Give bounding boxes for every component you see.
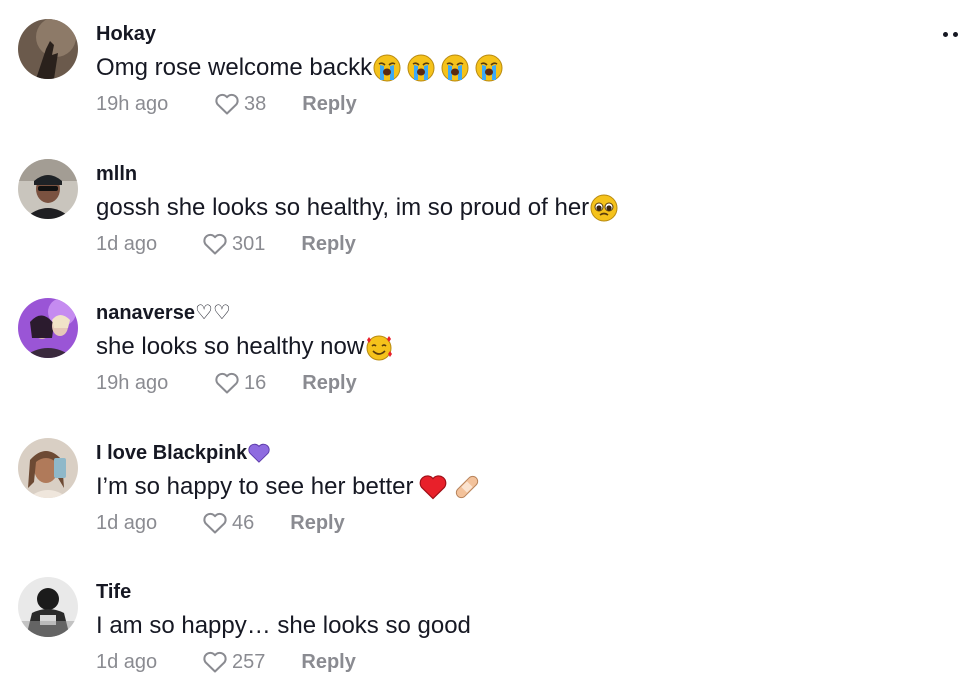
comment-time: 1d ago [96, 233, 158, 255]
like-count: 38 [244, 93, 267, 115]
comment-meta: 1d ago 257 Reply [96, 649, 471, 675]
like-count: 301 [232, 233, 266, 255]
like-button[interactable]: 38 [214, 91, 266, 117]
loudly-crying-face-icon [475, 54, 503, 82]
comment-time: 1d ago [96, 512, 158, 534]
comment-item: Hokay Omg rose welcome backk 19h ago 38 … [18, 19, 918, 139]
like-count: 257 [232, 651, 266, 673]
comment-username-text[interactable]: I love Blackpink [96, 440, 247, 466]
avatar[interactable] [18, 159, 78, 219]
reply-button[interactable]: Reply [290, 510, 344, 536]
avatar[interactable] [18, 19, 78, 79]
comment-username[interactable]: Tife [96, 579, 471, 605]
comment-text: I’m so happy to see her better [96, 472, 482, 502]
loudly-crying-face-icon [441, 54, 469, 82]
comment-meta: 1d ago 301 Reply [96, 231, 619, 257]
avatar[interactable] [18, 577, 78, 637]
like-button[interactable]: 257 [202, 649, 265, 675]
comment-text-content: she looks so healthy now [96, 333, 365, 360]
comment-username[interactable]: mlln [96, 161, 619, 187]
avatar[interactable] [18, 298, 78, 358]
reply-button[interactable]: Reply [302, 91, 356, 117]
pleading-face-icon [590, 194, 618, 222]
comment-text: she looks so healthy now [96, 332, 394, 362]
like-count: 46 [232, 512, 255, 534]
red-heart-icon [419, 475, 446, 500]
loudly-crying-face-icon [407, 54, 435, 82]
comment-meta: 19h ago 38 Reply [96, 91, 504, 117]
like-button[interactable]: 301 [202, 231, 265, 257]
avatar[interactable] [18, 438, 78, 498]
adhesive-bandage-icon [455, 475, 478, 499]
comment-time: 19h ago [96, 372, 169, 394]
comment-meta: 1d ago 46 Reply [96, 510, 482, 536]
comment-username[interactable]: Hokay [96, 21, 504, 47]
comment-text: I am so happy… she looks so good [96, 611, 471, 641]
heart-outline-icon[interactable] [202, 650, 228, 674]
more-options-icon[interactable] [943, 32, 958, 37]
reply-button[interactable]: Reply [302, 370, 356, 396]
reply-button[interactable]: Reply [301, 231, 355, 257]
comment-item: mlln gossh she looks so healthy, im so p… [18, 159, 918, 279]
comment-username[interactable]: nanaverse♡♡ [96, 300, 394, 326]
comment-text: gossh she looks so healthy, im so proud … [96, 193, 619, 223]
loudly-crying-face-icon [373, 54, 401, 82]
comment-text-content: I’m so happy to see her better [96, 473, 414, 500]
comment-username[interactable]: I love Blackpink [96, 440, 482, 466]
like-button[interactable]: 16 [214, 370, 266, 396]
comment-text-content: I am so happy… she looks so good [96, 612, 471, 639]
reply-button[interactable]: Reply [301, 649, 355, 675]
comment-text-content: Omg rose welcome backk [96, 54, 373, 81]
comment-time: 1d ago [96, 651, 158, 673]
comment-item: I love Blackpink I’m so happy to see her… [18, 438, 918, 558]
comment-text: Omg rose welcome backk [96, 53, 504, 83]
comment-text-content: gossh she looks so healthy, im so proud … [96, 194, 590, 221]
heart-outline-icon[interactable] [214, 371, 240, 395]
smiling-face-with-hearts-icon [366, 335, 393, 361]
comment-item: Tife I am so happy… she looks so good 1d… [18, 577, 918, 697]
like-button[interactable]: 46 [202, 510, 254, 536]
like-count: 16 [244, 372, 267, 394]
heart-outline-icon[interactable] [214, 92, 240, 116]
heart-outline-icon[interactable] [202, 511, 228, 535]
comment-meta: 19h ago 16 Reply [96, 370, 394, 396]
heart-outline-icon[interactable] [202, 232, 228, 256]
purple-heart-icon [248, 443, 270, 463]
comment-time: 19h ago [96, 93, 169, 115]
comment-item: nanaverse♡♡ she looks so healthy now 19h… [18, 298, 918, 418]
